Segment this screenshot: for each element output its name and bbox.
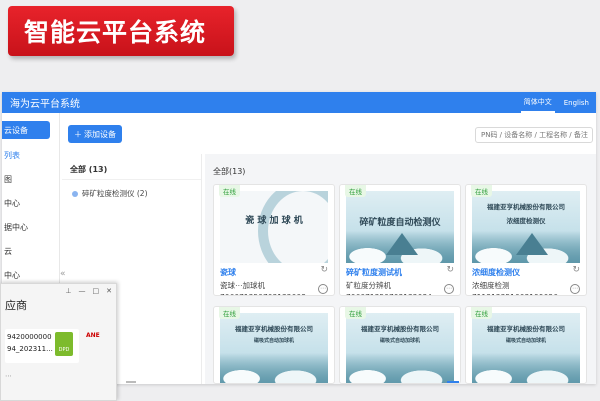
maximize-icon[interactable]: □: [93, 287, 100, 295]
lang-en[interactable]: English: [561, 92, 592, 113]
device-card[interactable]: 在线 福建亚亨机械股份有限公司 磁吸式自动加球机: [213, 306, 335, 384]
thumb-text: 福建亚亨机械股份有限公司: [361, 325, 439, 333]
device-name[interactable]: 碎矿粒度测试机: [340, 263, 460, 278]
thumb-text: 碎矿粒度自动检测仪: [359, 218, 441, 228]
scrollbar-thumb[interactable]: [126, 381, 136, 383]
minimize-icon[interactable]: —: [79, 287, 86, 295]
mountain-graphic: [386, 233, 418, 255]
add-device-label: 添加设备: [84, 129, 116, 139]
add-device-button[interactable]: ＋ 添加设备: [68, 125, 122, 143]
device-card[interactable]: 在线 福建亚亨机械股份有限公司 磁吸式自动加球机: [339, 306, 461, 384]
more-icon[interactable]: ⋯: [444, 284, 454, 294]
device-sn: 706071350703132084: [340, 291, 460, 295]
sidebar-item-cloud[interactable]: 云: [2, 239, 59, 263]
company-logo-icon: ANE: [86, 332, 100, 339]
tree-node-label: 碎矿粒度检测仪 (2): [82, 189, 148, 198]
device-model: 矿粒度分辨机: [346, 281, 391, 290]
thumb-text: 福建亚亨机械股份有限公司: [487, 203, 565, 211]
thumb-subtext: 磁吸式自动加球机: [253, 338, 294, 344]
status-badge: 在线: [345, 185, 366, 197]
device-card[interactable]: 在线 瓷 球 加 球 机 瓷球 瓷球⋯加球机 70607135070313200…: [213, 184, 335, 296]
overlay-title: 应商: [5, 299, 27, 312]
sidebar-item-center[interactable]: 中心: [2, 191, 59, 215]
grid-header: 全部(13): [213, 167, 246, 176]
device-thumbnail: 福建亚亨机械股份有限公司 磁吸式自动加球机: [472, 313, 580, 383]
mountain-graphic: [516, 233, 548, 255]
file-message[interactable]: 9420000000 94_202311... DPD: [5, 329, 79, 363]
device-thumbnail: 福建亚亨机械股份有限公司 磁吸式自动加球机: [220, 313, 328, 383]
collapse-icon[interactable]: «: [60, 269, 66, 279]
language-switch: 简体中文 English: [520, 92, 592, 113]
device-thumbnail: 福建亚亨机械股份有限公司 磁吸式自动加球机: [346, 313, 454, 383]
device-card[interactable]: 在线 福建亚亨机械股份有限公司 磁吸式自动加球机: [465, 306, 587, 384]
device-name[interactable]: 瓷球: [214, 263, 334, 278]
thumb-text: 福建亚亨机械股份有限公司: [235, 325, 313, 333]
close-icon[interactable]: ✕: [106, 287, 112, 295]
sidebar-item-cloud-device[interactable]: 云设备: [2, 121, 50, 139]
device-thumbnail: 瓷 球 加 球 机: [220, 191, 328, 263]
thumb-subtext: 磁吸式自动加球机: [379, 338, 420, 344]
status-badge: 在线: [219, 185, 240, 197]
scrollbar-thumb-accent[interactable]: [447, 381, 459, 383]
device-name[interactable]: 浓细度检测仪: [466, 263, 586, 278]
status-badge: 在线: [345, 307, 366, 319]
thumb-text: 福建亚亨机械股份有限公司: [487, 325, 565, 333]
device-thumbnail: 碎矿粒度自动检测仪: [346, 191, 454, 263]
cloud-graphic: [346, 353, 454, 383]
chat-overlay-window: 应商 ⊥ — □ ✕ 9420000000 94_202311... DPD A…: [0, 283, 117, 401]
plus-icon: ＋: [74, 129, 82, 139]
node-dot-icon: [72, 190, 78, 197]
tree-node[interactable]: 碎矿粒度检测仪 (2): [62, 180, 201, 199]
device-grid: 全部(13) 在线 瓷 球 加 球 机 瓷球 瓷球⋯加球机 7060713507…: [205, 154, 596, 384]
window-controls: ⊥ — □ ✕: [65, 287, 112, 295]
device-card[interactable]: 在线 碎矿粒度自动检测仪 碎矿粒度测试机 矿粒度分辨机 706071350703…: [339, 184, 461, 296]
top-bar: 海为云平台系统 简体中文 English: [2, 92, 596, 113]
lang-zh[interactable]: 简体中文: [520, 92, 555, 113]
banner-title: 智能云平台系统: [24, 18, 207, 47]
more-icon[interactable]: ⋯: [318, 284, 328, 294]
device-model: 浓细度检测: [472, 281, 510, 290]
sidebar-item-data-center[interactable]: 据中心: [2, 215, 59, 239]
sidebar-item-map[interactable]: 图: [2, 167, 59, 191]
device-sn: 711212351003199026: [466, 291, 586, 295]
status-badge: 在线: [471, 307, 492, 319]
thumb-subtext: 浓细度检测仪: [506, 217, 546, 225]
app-title: 海为云平台系统: [10, 99, 80, 110]
more-icon[interactable]: ⋯: [570, 284, 580, 294]
device-sn: 706071350703132008: [214, 291, 334, 295]
toolbar: ＋ 添加设备: [68, 125, 122, 143]
more-options-icon[interactable]: ⋯: [5, 372, 12, 380]
wave-graphic: [258, 191, 328, 263]
status-badge: 在线: [219, 307, 240, 319]
device-model: 瓷球⋯加球机: [220, 281, 265, 290]
document-icon: DPD: [55, 332, 73, 356]
status-badge: 在线: [471, 185, 492, 197]
sidebar-item-list[interactable]: 列表: [2, 143, 59, 167]
pin-icon[interactable]: ⊥: [65, 287, 71, 295]
thumb-subtext: 磁吸式自动加球机: [505, 338, 546, 344]
search-input[interactable]: [475, 127, 593, 143]
thumb-text: 瓷 球 加 球 机: [245, 216, 303, 226]
promo-banner: 智能云平台系统: [8, 6, 234, 56]
refresh-icon[interactable]: ↻: [446, 265, 454, 275]
device-thumbnail: 福建亚亨机械股份有限公司 浓细度检测仪: [472, 191, 580, 263]
cloud-graphic: [220, 353, 328, 383]
refresh-icon[interactable]: ↻: [320, 265, 328, 275]
cloud-graphic: [472, 353, 580, 383]
refresh-icon[interactable]: ↻: [572, 265, 580, 275]
overlay-header: 应商 ⊥ — □ ✕: [1, 284, 116, 312]
device-card[interactable]: 在线 福建亚亨机械股份有限公司 浓细度检测仪 浓细度检测仪 浓细度检测 7112…: [465, 184, 587, 296]
tree-all[interactable]: 全部 (13): [62, 154, 201, 180]
